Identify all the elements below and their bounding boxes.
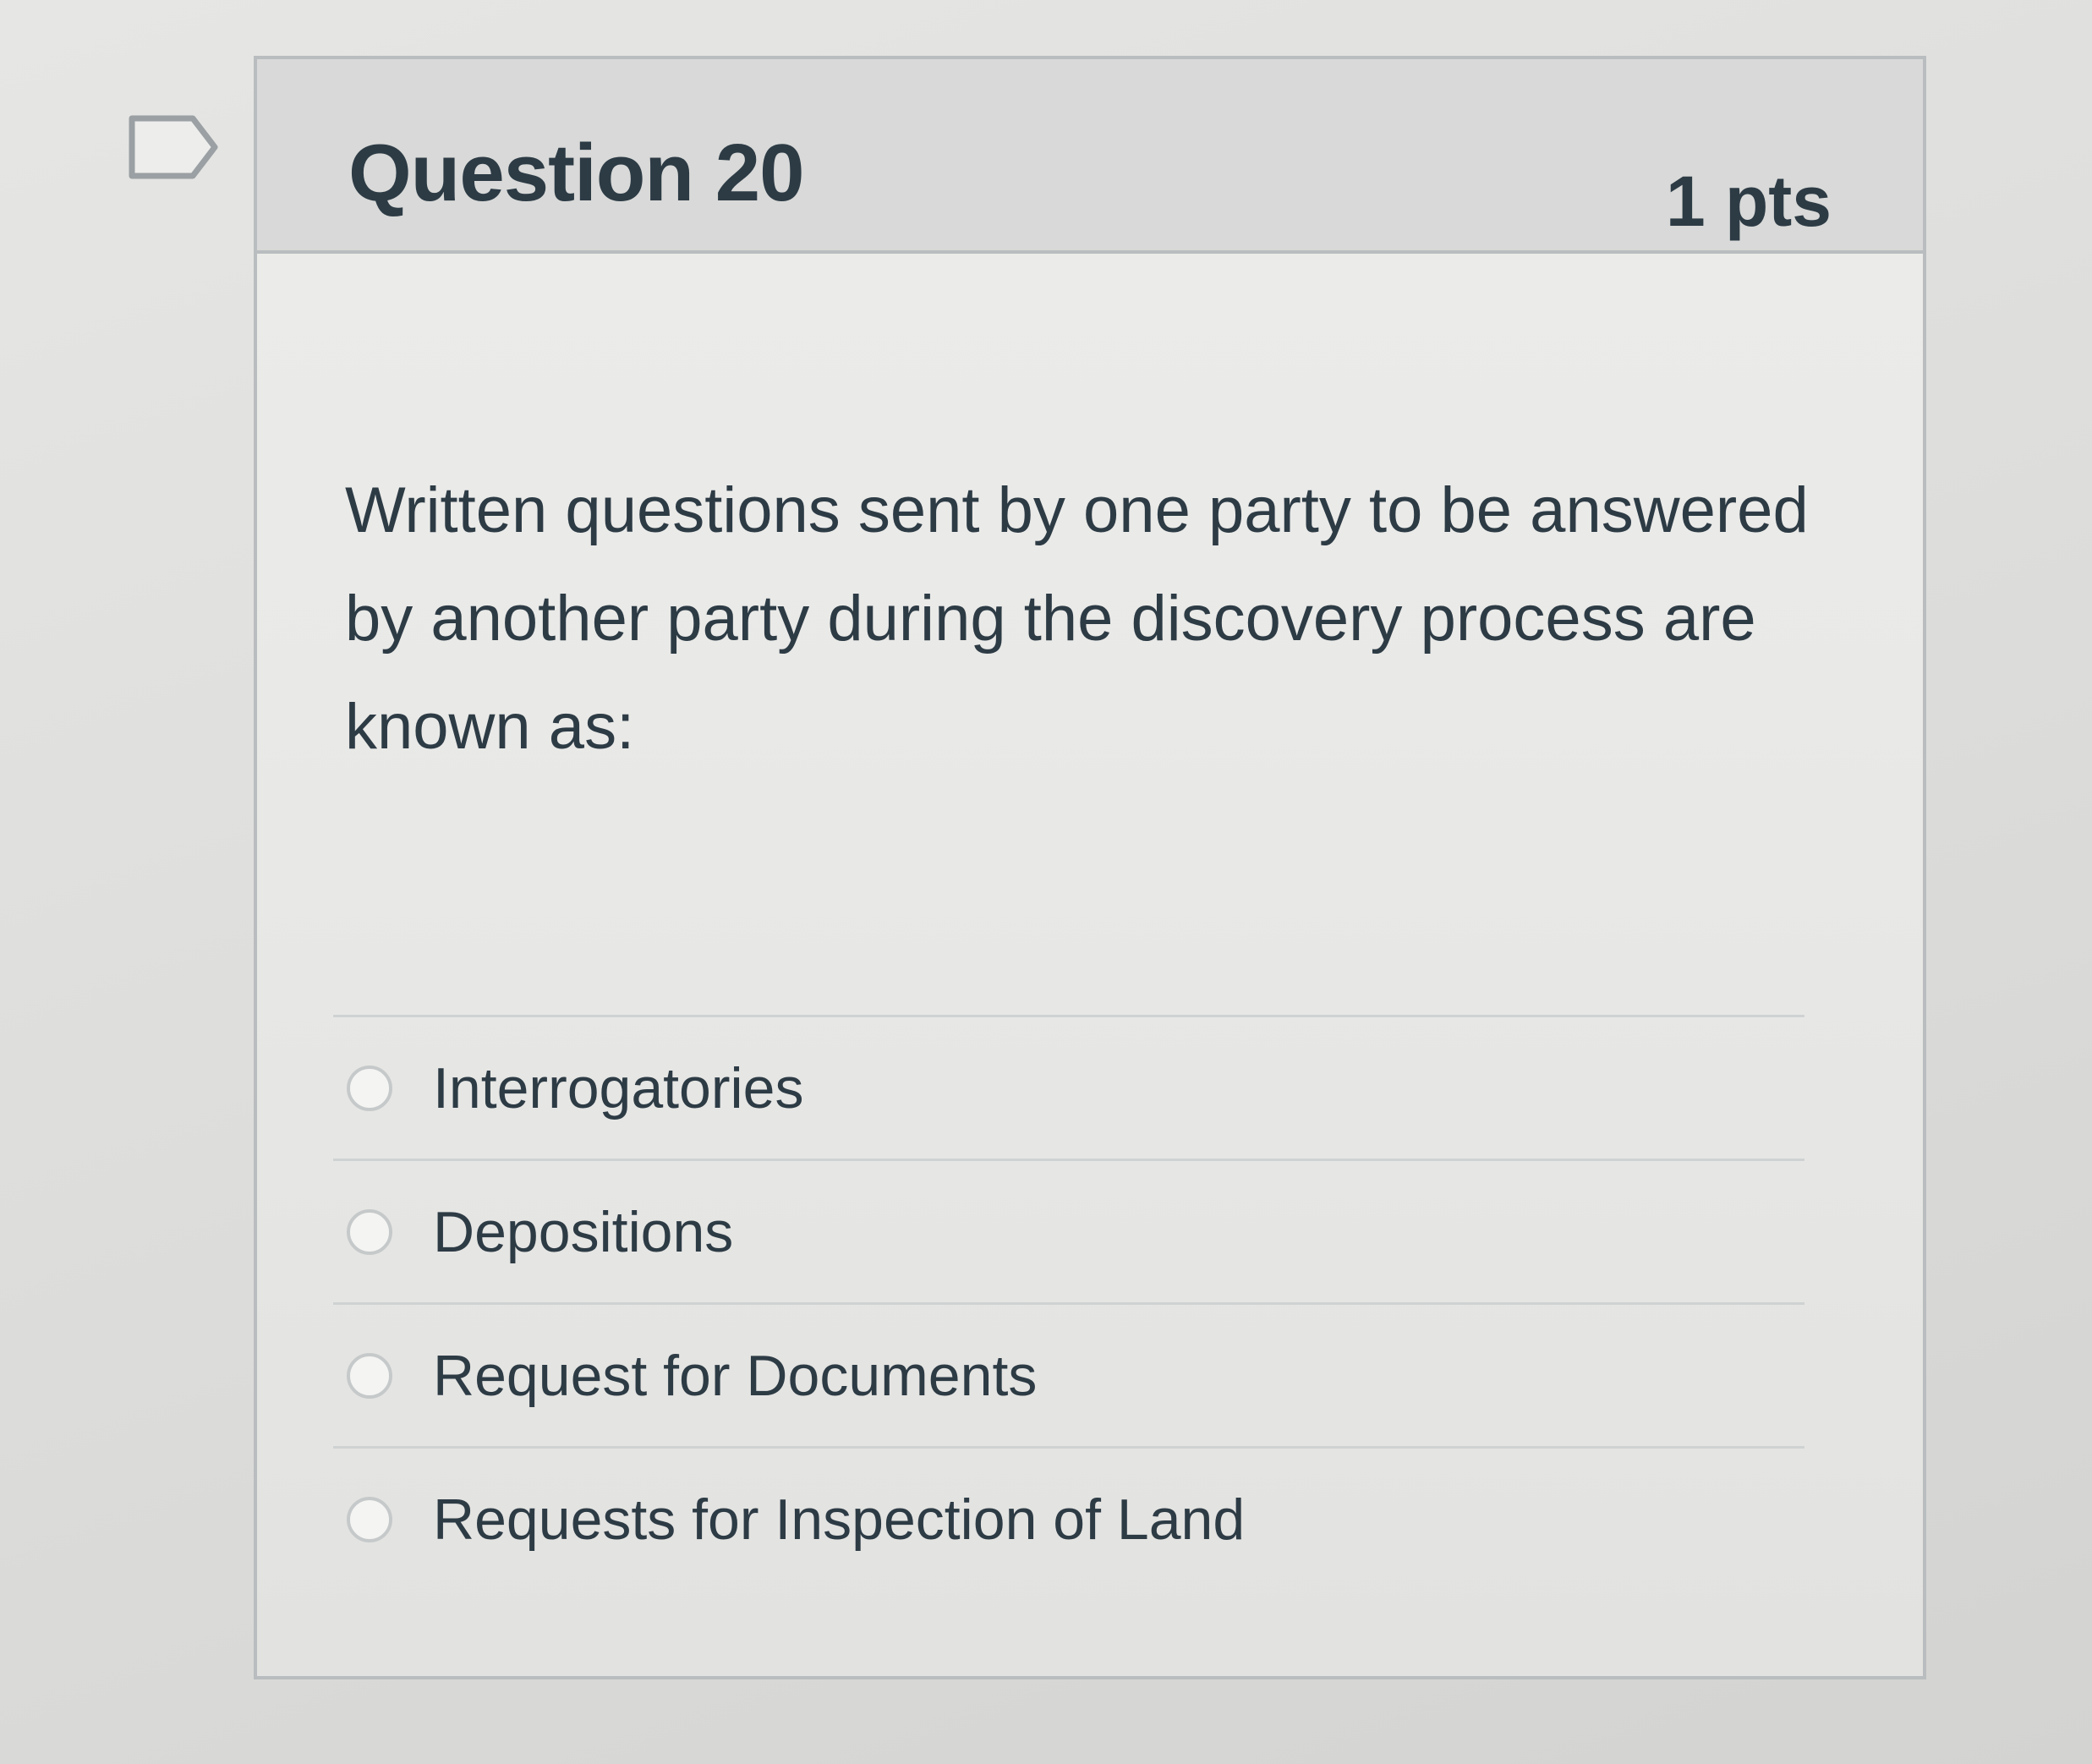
question-text: Written questions sent by one party to b… [345,474,1809,763]
answer-option[interactable]: Requests for Inspection of Land [333,1446,1804,1590]
answer-label[interactable]: Interrogatories [433,1055,803,1121]
radio-unselected-icon[interactable] [347,1352,392,1399]
question-header: Question 20 1 pts [257,59,1923,254]
question-points: 1 pts [1665,162,1832,241]
radio-unselected-icon[interactable] [347,1065,392,1111]
radio-unselected-icon[interactable] [347,1496,392,1542]
answer-list: Interrogatories Depositions Request for … [333,1015,1804,1590]
answer-label[interactable]: Requests for Inspection of Land [433,1487,1245,1553]
radio-unselected-icon[interactable] [347,1208,392,1255]
question-title: Question 20 [348,128,804,218]
flag-question-icon[interactable] [127,113,220,181]
answer-label[interactable]: Depositions [433,1199,733,1265]
answer-label[interactable]: Request for Documents [433,1343,1037,1409]
answer-option[interactable]: Interrogatories [333,1015,1804,1159]
question-card: Question 20 1 pts Written questions sent… [254,56,1926,1679]
answer-option[interactable]: Request for Documents [333,1302,1804,1446]
answer-option[interactable]: Depositions [333,1159,1804,1302]
